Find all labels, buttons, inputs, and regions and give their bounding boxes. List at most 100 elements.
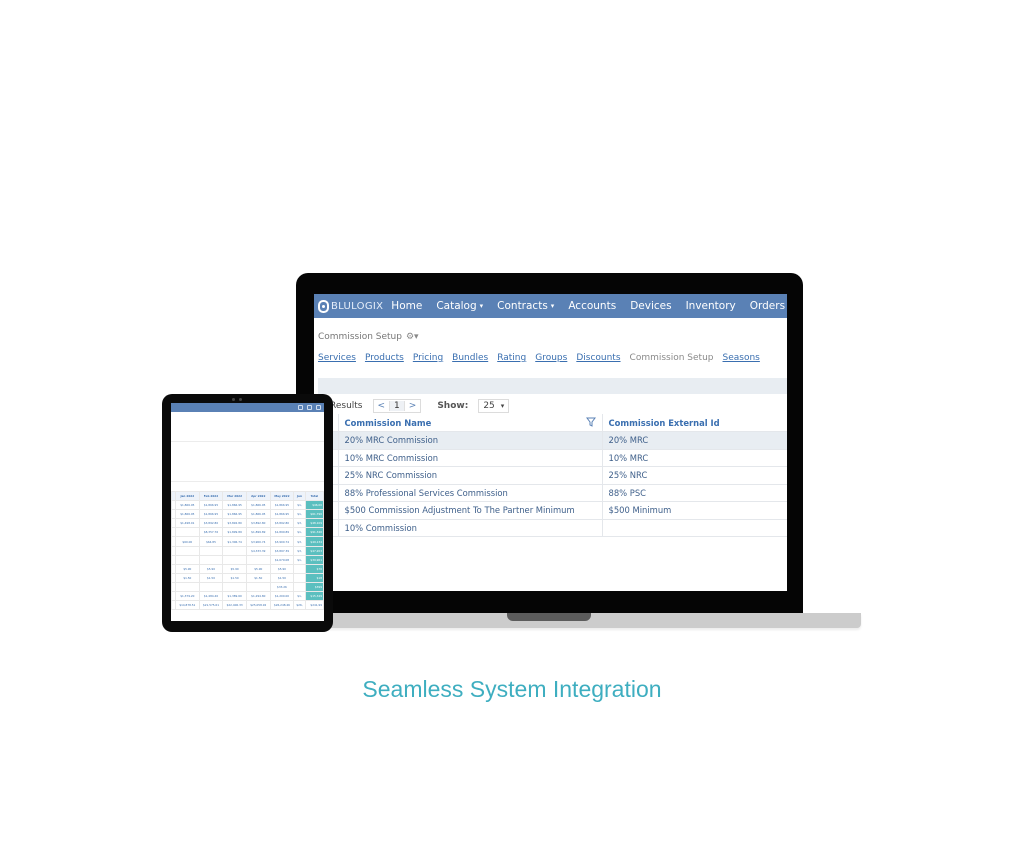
tablet-table-row: $33.26 $399 xyxy=(171,581,324,593)
nav-item-inventory[interactable]: Inventory xyxy=(686,300,736,312)
commission-name-cell[interactable]: 10% MRC Commission xyxy=(338,449,603,467)
tablet-value-cell xyxy=(293,563,306,574)
sub-tab-rating[interactable]: Rating xyxy=(497,353,526,363)
column-header-external-id[interactable]: Commission External Id xyxy=(602,414,787,432)
tablet-value-cell xyxy=(293,572,306,583)
chevron-down-icon: ▾ xyxy=(479,302,484,310)
tablet-value-cell: $26, xyxy=(293,600,306,611)
tablet-value-cell: $3,900.74 xyxy=(269,536,295,547)
tablet-column-header: Apr 2022 xyxy=(245,490,271,502)
tablet-table-row: $1,866.95 $1,866.95 $1,866.95 $1,866.95 $1,8… xyxy=(171,509,324,520)
tablet-value-cell: $5.90 xyxy=(222,563,247,574)
column-header-commission-name[interactable]: Commission Name xyxy=(338,414,603,432)
tablet-value-cell: $5.90 xyxy=(245,563,271,574)
nav-item-orders[interactable]: Orders xyxy=(750,300,785,312)
nav-item-catalog[interactable]: Catalog ▾ xyxy=(436,300,483,312)
tablet-value-cell: $26,248.46 xyxy=(269,600,295,611)
commission-name-cell[interactable]: 20% MRC Commission xyxy=(338,431,603,450)
tablet-value-cell: $5.90 xyxy=(269,563,295,574)
tablet-table-row: $8,357.76 $1,899.89 $1,899.89 $1,899.89 $1, $… xyxy=(171,527,324,538)
commission-name-cell[interactable]: 10% Commission xyxy=(338,519,603,537)
tablet-value-cell xyxy=(293,581,306,593)
nav-item-devices[interactable]: Devices xyxy=(630,300,671,312)
tablet-value-cell: $4,333.39 xyxy=(245,545,271,556)
caption-heading: Seamless System Integration xyxy=(362,676,662,702)
tablet-value-cell: $14,878.51 xyxy=(175,600,200,611)
external-id-cell: 88% PSC xyxy=(602,484,787,502)
table-row[interactable]: 10% Commission xyxy=(318,519,787,537)
chevron-down-icon: ▾ xyxy=(550,302,555,310)
next-page-button[interactable]: > xyxy=(405,401,421,411)
sub-tab-groups[interactable]: Groups xyxy=(535,353,567,363)
results-bar: Results < 1 > Show: 25 ▾ xyxy=(330,399,510,413)
page-size-select[interactable]: 25 ▾ xyxy=(478,399,510,413)
nav-item-accounts[interactable]: Accounts xyxy=(568,300,616,312)
nav-item-contracts[interactable]: Contracts ▾ xyxy=(497,300,554,312)
tablet-value-cell: $1.50 xyxy=(269,572,295,583)
tablet-total-cell: $61,790 xyxy=(304,509,324,520)
tablet-value-cell: $3,892.80 xyxy=(198,518,224,529)
tablet-value-cell xyxy=(222,545,247,556)
current-page[interactable]: 1 xyxy=(389,401,405,411)
prev-page-button[interactable]: < xyxy=(374,401,390,411)
logo-icon xyxy=(318,299,329,313)
page-title: Commission Setup xyxy=(318,332,402,342)
sub-tab-seasons[interactable]: Seasons xyxy=(723,353,760,363)
sub-tab-commission-setup[interactable]: Commission Setup xyxy=(630,353,714,363)
commission-name-cell[interactable]: 88% Professional Services Commission xyxy=(338,484,603,502)
nav-item-label: Home xyxy=(391,300,423,312)
sub-tab-pricing[interactable]: Pricing xyxy=(413,353,443,363)
external-id-cell xyxy=(602,519,787,537)
tablet-value-cell: $1,899.89 xyxy=(245,527,271,538)
laptop-screen: BLULOGIX Home Catalog ▾ Contracts ▾ Accounts D… xyxy=(314,294,787,591)
nav-item-home[interactable]: Home xyxy=(391,300,422,312)
table-row[interactable]: 20% MRC Commission 20% MRC xyxy=(318,431,787,450)
tablet-value-cell: $1, xyxy=(293,591,306,602)
gear-icon[interactable]: ⚙▾ xyxy=(406,332,419,342)
nav-menu: Home Catalog ▾ Contracts ▾ Accounts Devices Inv… xyxy=(391,300,787,312)
settings-icon[interactable] xyxy=(307,405,312,410)
commission-name-cell[interactable]: 25% NRC Commission xyxy=(338,466,603,485)
tablet-value-cell: $1.50 xyxy=(198,572,224,583)
tablet-value-cell: $1,866.95 xyxy=(198,509,224,520)
tablet-column-header: Mar 2022 xyxy=(222,490,247,502)
table-row[interactable]: 88% Professional Services Commission 88% … xyxy=(318,484,787,502)
results-label: Results xyxy=(330,401,363,411)
tablet-divider xyxy=(171,481,324,482)
tablet-value-cell: $1,306.74 xyxy=(222,536,247,547)
tablet-value-cell: $1,679.08 xyxy=(269,554,295,565)
sub-tab-discounts[interactable]: Discounts xyxy=(576,353,620,363)
user-icon[interactable] xyxy=(316,405,321,410)
commission-name-cell[interactable]: $500 Commission Adjustment To The Partne… xyxy=(338,501,603,520)
tablet-value-cell: $1, xyxy=(293,527,306,538)
tablet-total-cell: $49,134 xyxy=(304,536,324,547)
nav-item-label: Orders xyxy=(749,300,786,312)
brand-logo[interactable]: BLULOGIX xyxy=(318,299,383,313)
tablet-table-row: $1.50 $1.50 $1.50 $1.50 $1.50 $18 xyxy=(171,572,324,583)
filter-icon[interactable] xyxy=(585,417,596,427)
page-title-row: Commission Setup ⚙▾ xyxy=(318,332,783,342)
nav-item-label: Accounts xyxy=(568,300,617,312)
sub-tab-products[interactable]: Products xyxy=(365,353,404,363)
table-row[interactable]: $500 Commission Adjustment To The Partne… xyxy=(318,501,787,520)
tablet-total-cell: $46,00 xyxy=(304,500,324,511)
nav-item-label: Catalog xyxy=(436,300,477,312)
revenue-table: Jan 2022 Feb 2022 Mar 2022 Apr 2022 May 2022… xyxy=(171,490,324,611)
tablet-value-cell: $22,406.33 xyxy=(222,600,247,611)
filter-band xyxy=(318,378,787,394)
sub-tab-services[interactable]: Services xyxy=(318,353,356,363)
tablet-total-cell: $15,349 xyxy=(304,591,324,602)
sub-tab-bundles[interactable]: Bundles xyxy=(452,353,488,363)
external-id-cell: 25% NRC xyxy=(602,466,787,485)
tablet-value-cell: $1,294.80 xyxy=(245,591,271,602)
tablet-value-cell: $1,866.95 xyxy=(245,500,271,511)
pagination: < 1 > xyxy=(372,399,422,413)
tablet-value-cell: $3, xyxy=(293,536,306,547)
message-icon[interactable] xyxy=(298,405,303,410)
page-size-value: 25 xyxy=(483,401,495,411)
table-row[interactable]: 25% NRC Commission 25% NRC xyxy=(318,466,787,485)
tablet-value-cell: $64.85 xyxy=(198,536,224,547)
table-row[interactable]: 10% MRC Commission 10% MRC xyxy=(318,449,787,467)
tablet-value-cell: $3, xyxy=(293,518,306,529)
catalog-sub-tabs: Services Products Pricing Bundles Rating Grou… xyxy=(318,353,783,363)
